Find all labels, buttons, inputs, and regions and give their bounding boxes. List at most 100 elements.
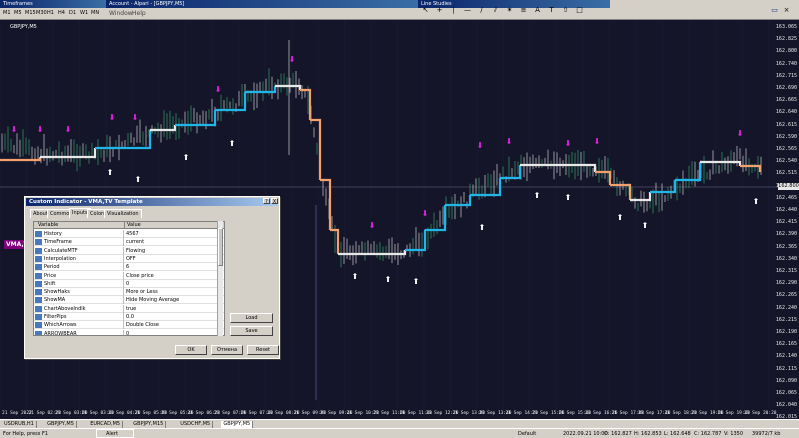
price-axis-label: 162.615 <box>775 121 797 128</box>
chart-tab[interactable]: GBPJPY,M15 <box>131 421 167 428</box>
timeframe-button-m30[interactable]: M30 <box>36 9 47 18</box>
horizontal-line-icon[interactable]: — <box>463 6 472 15</box>
timeframes-title: Timeframes <box>0 0 106 8</box>
input-value[interactable]: 0.0 <box>126 313 134 321</box>
input-row[interactable]: TimeFrame current <box>34 238 224 247</box>
parameter-icon <box>35 314 42 320</box>
vma-line <box>0 157 42 162</box>
input-row[interactable]: FilterPips 0.0 <box>34 313 224 321</box>
vma-line <box>310 118 322 180</box>
input-value[interactable]: current <box>126 238 144 246</box>
price-axis-label: 162.740 <box>775 60 797 67</box>
input-value[interactable]: Close price <box>126 272 154 280</box>
alert-label: Alert <box>106 431 118 437</box>
input-value[interactable]: Hide Moving Average <box>126 296 179 304</box>
input-row[interactable]: ShowHaks More or Less <box>34 288 224 297</box>
input-row[interactable]: ARROWBEAR 0 <box>34 329 224 335</box>
grid-scrollbar[interactable] <box>217 221 223 336</box>
price-axis-label: 162.640 <box>775 109 797 116</box>
inputs-grid: Variable Value History 4567 TimeFrame curre… <box>33 221 225 336</box>
chart-tab[interactable]: GBPJPY,M5 <box>221 421 254 428</box>
cursor-icon[interactable]: ↖ <box>421 6 430 15</box>
input-value[interactable]: 4567 <box>126 230 139 238</box>
ok-button[interactable]: OK <box>175 345 207 355</box>
price-axis-label: 162.800 <box>775 48 797 55</box>
timeframe-button-w1[interactable]: W1 <box>80 9 88 18</box>
price-axis-label: 162.090 <box>775 377 797 384</box>
close-icon[interactable]: × <box>782 6 791 15</box>
input-value[interactable]: true <box>126 305 136 313</box>
tab-visualization[interactable]: Visualization <box>104 209 142 218</box>
scroll-thumb[interactable] <box>218 228 223 266</box>
chart-tab[interactable]: EURCAD,M5 <box>88 421 124 428</box>
input-variable-name: ShowMA <box>44 297 66 304</box>
input-variable-name: FilterPips <box>44 314 67 320</box>
line-studies-toolbar: Line Studies ↖ + | — / ⫽ ✶ ≡ A T ⇧ □ <box>418 0 610 20</box>
input-variable-name: Shift <box>44 280 56 287</box>
load-button[interactable]: Load <box>230 313 273 323</box>
fibonacci-icon[interactable]: ≡ <box>519 6 528 15</box>
label-icon[interactable]: T <box>547 6 556 15</box>
price-axis-label: 162.715 <box>775 72 797 79</box>
timeframe-button-m15[interactable]: M15 <box>25 9 36 18</box>
help-button[interactable]: ? <box>263 198 270 205</box>
chart-tab[interactable]: USDRUB,H1 <box>2 421 37 428</box>
column-value: Value <box>124 222 141 229</box>
trendline-icon[interactable]: / <box>477 6 486 15</box>
column-separator <box>123 230 124 238</box>
chart-tab[interactable]: USDCHF,M5 <box>178 421 214 428</box>
column-separator <box>123 288 124 297</box>
input-row[interactable]: Shift 0 <box>34 279 224 288</box>
sell-arrow-icon: ⬇ <box>369 221 376 230</box>
timeframe-button-m5[interactable]: M5 <box>14 9 22 18</box>
column-separator <box>123 296 124 305</box>
input-row[interactable]: ChartAboveIndik true <box>34 304 224 313</box>
price-axis-label: 162.165 <box>775 341 797 348</box>
input-value[interactable]: 0 <box>126 330 129 335</box>
cancel-button[interactable]: Отмена <box>211 345 243 355</box>
input-value[interactable]: OFF <box>126 255 136 263</box>
equidistant-channel-icon[interactable]: ⫽ <box>491 6 500 15</box>
chart-tab[interactable]: GBPJPY,M5 <box>45 421 77 428</box>
gann-fan-icon[interactable]: ✶ <box>505 6 514 15</box>
input-value[interactable]: More or Less <box>126 288 158 296</box>
chart-tab-bar: USDRUB,H1 GBPJPY,M5 EURCAD,M5 GBPJPY,M15 USD… <box>0 419 799 428</box>
terminal-window: { "timeframes_panel": { "title": "Timefr… <box>0 0 799 438</box>
reset-button[interactable]: Reset <box>247 345 279 355</box>
window-controls-icon[interactable]: ▭ <box>770 6 779 15</box>
crosshair-icon[interactable]: + <box>435 6 444 15</box>
text-icon[interactable]: A <box>533 6 542 15</box>
timeframe-button-h4[interactable]: H4 <box>58 9 65 18</box>
vertical-line-icon[interactable]: | <box>449 6 458 15</box>
input-row[interactable]: Period 6 <box>34 263 224 272</box>
timeframe-button-mn[interactable]: MN <box>91 9 99 18</box>
input-value[interactable]: 0 <box>126 280 129 288</box>
alert-button[interactable]: Alert <box>96 429 134 438</box>
input-row[interactable]: ShowMA Hide Moving Average <box>34 296 224 305</box>
status-high: H: 162.853 <box>634 431 662 437</box>
input-row[interactable]: WhichArrows Double Close <box>34 321 224 330</box>
input-row[interactable]: History 4567 <box>34 230 224 238</box>
timeframe-button-m1[interactable]: M1 <box>3 9 11 18</box>
dialog-close-button[interactable]: X <box>271 198 278 205</box>
parameter-icon <box>35 289 42 296</box>
parameter-icon <box>35 297 42 304</box>
column-separator <box>123 329 124 335</box>
save-button[interactable]: Save <box>230 326 273 336</box>
price-axis-label: 163.065 <box>775 24 797 30</box>
arrow-icon[interactable]: ⇧ <box>561 6 570 15</box>
column-separator <box>123 254 124 263</box>
menu-window[interactable]: Window <box>109 8 133 19</box>
input-value[interactable]: Flowing <box>126 247 145 255</box>
column-separator <box>123 263 124 272</box>
price-axis-label: 162.825 <box>775 36 797 43</box>
menu-help[interactable]: Help <box>132 8 146 19</box>
input-value[interactable]: 6 <box>126 263 129 271</box>
timeframe-button-d1[interactable]: D1 <box>69 9 76 18</box>
input-row[interactable]: Interpolation OFF <box>34 254 224 263</box>
timeframe-button-h1[interactable]: H1 <box>47 9 54 18</box>
input-row[interactable]: CalculateMTF Flowing <box>34 246 224 255</box>
input-value[interactable]: Double Close <box>126 321 159 329</box>
shape-icon[interactable]: □ <box>575 6 584 15</box>
input-row[interactable]: Price Close price <box>34 271 224 280</box>
